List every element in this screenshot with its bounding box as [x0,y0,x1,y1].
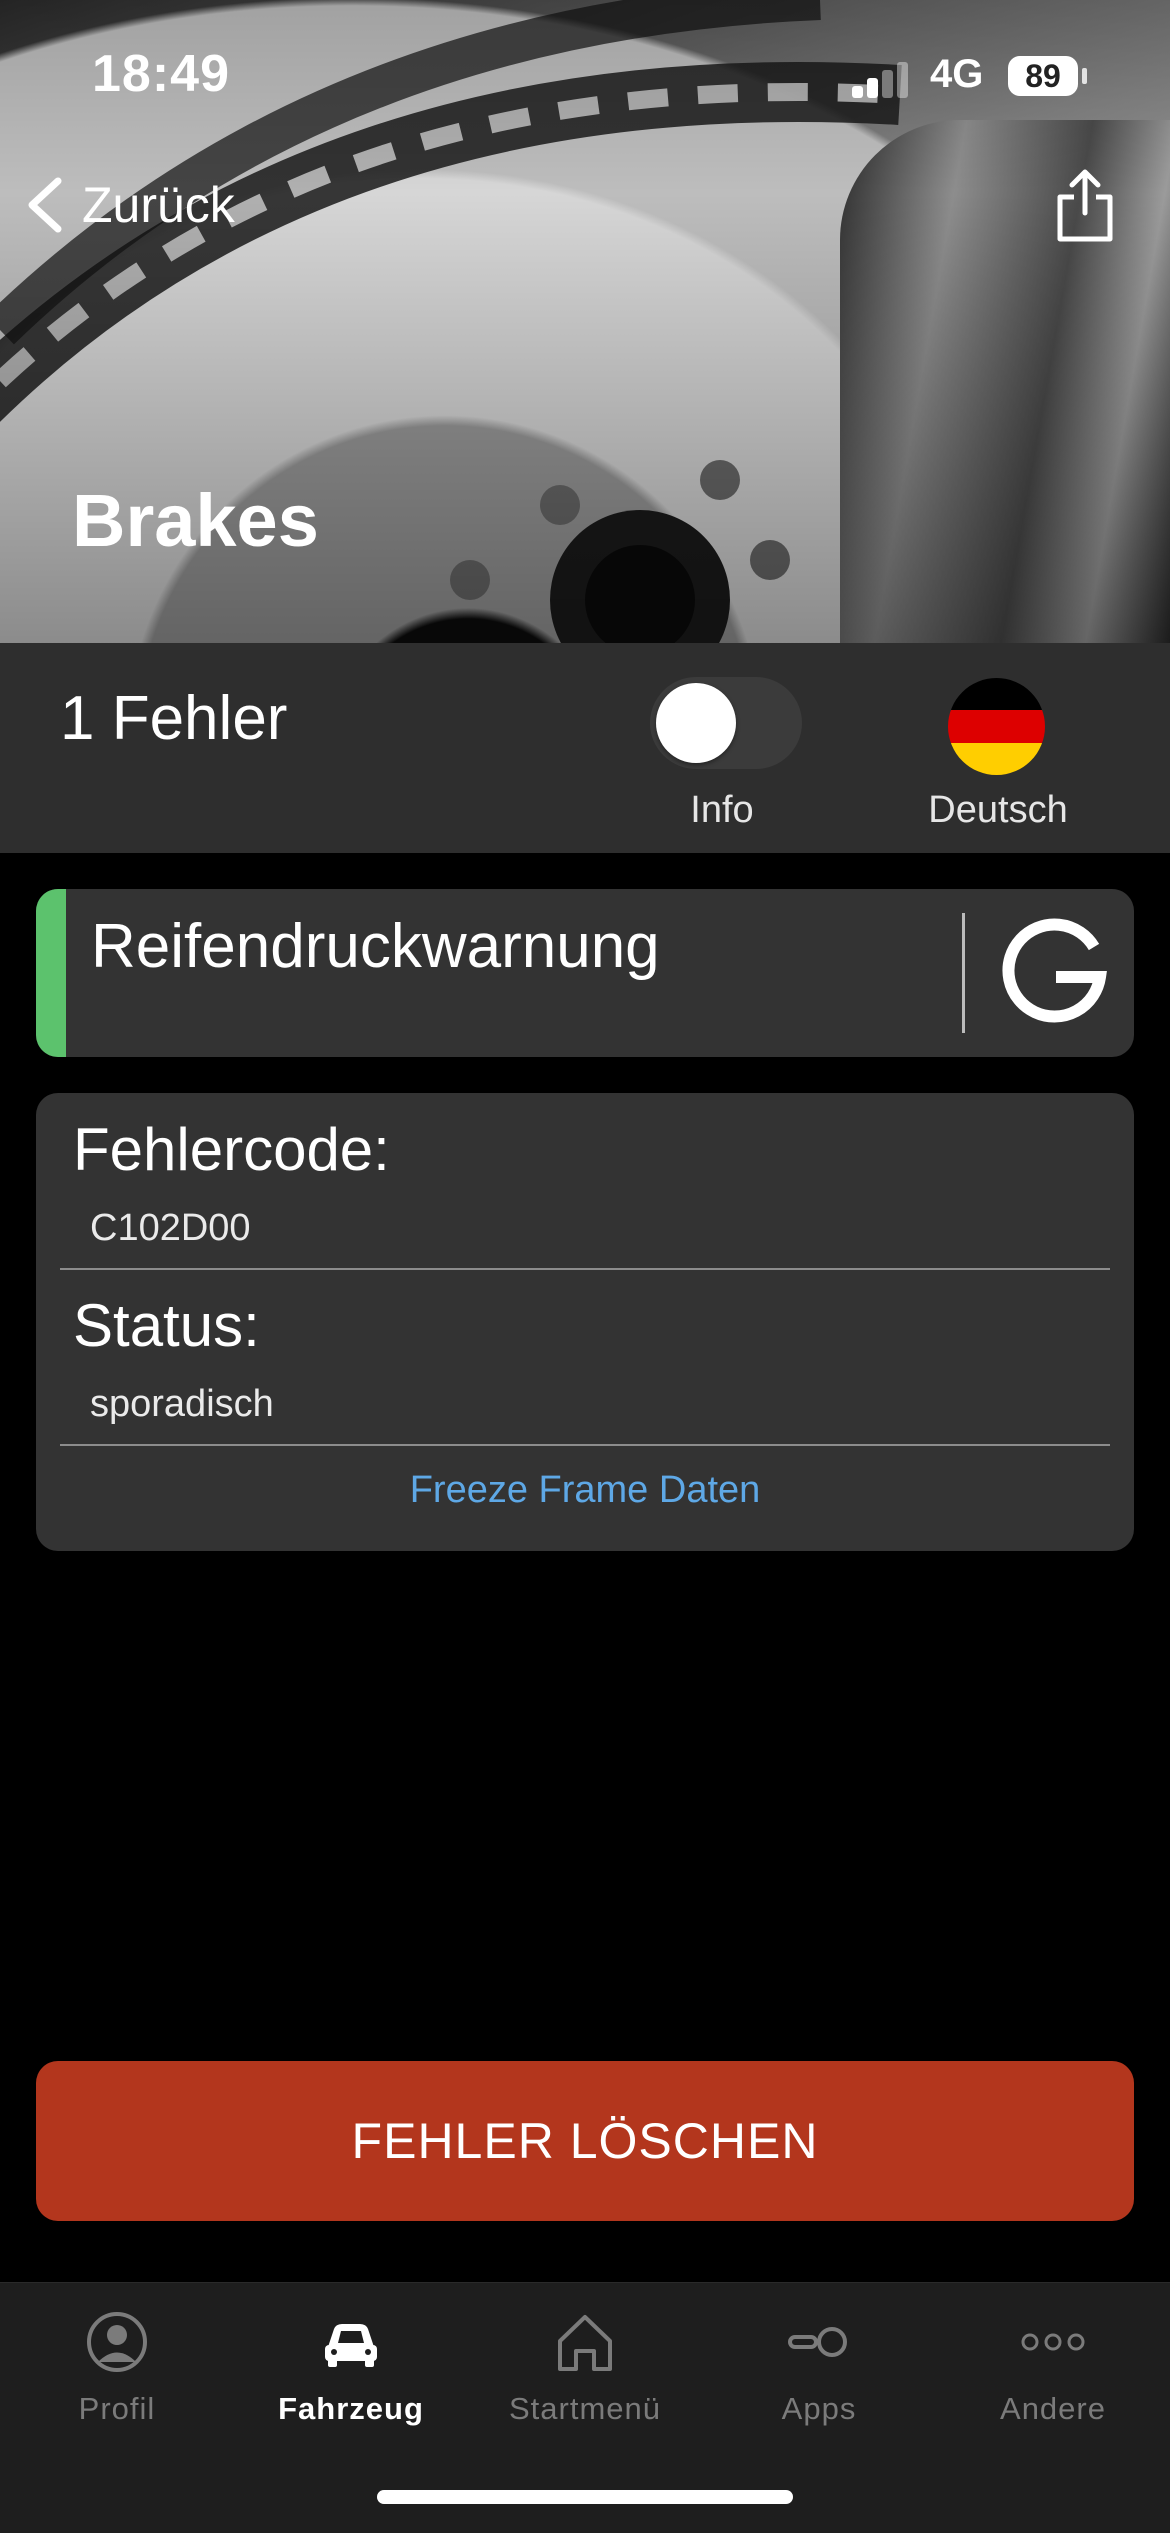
tab-label: Apps [781,2391,857,2426]
tab-profile[interactable]: Profil [0,2283,234,2443]
home-indicator [377,2490,793,2504]
home-icon [558,2315,612,2371]
error-count: 1 Fehler [60,684,288,753]
back-button[interactable]: Zurück [22,170,235,240]
info-toggle-label: Info [690,789,754,831]
tab-apps[interactable]: Apps [702,2283,936,2443]
code-value: C102D00 [90,1207,251,1249]
code-label: Fehlercode: [73,1116,390,1183]
back-label: Zurück [82,177,235,233]
tab-label: Fahrzeug [278,2391,424,2426]
google-search-icon[interactable] [998,915,1112,1029]
tab-label: Andere [1000,2391,1106,2426]
network-type: 4G [930,52,984,96]
fault-card[interactable]: Reifendruckwarnung [36,889,1134,1057]
toggle-knob [656,683,736,763]
divider [60,1268,1110,1270]
status-bar: 18:49 4G 89 [0,0,1170,150]
share-icon[interactable] [1050,165,1120,245]
battery-icon: 89 [1008,56,1087,96]
divider [962,913,965,1033]
tab-label: Startmenü [508,2391,661,2426]
car-icon [325,2324,377,2367]
tab-label: Profil [78,2391,156,2426]
profile-icon [87,2312,147,2372]
german-flag-icon[interactable] [948,678,1045,775]
freeze-frame-link[interactable]: Freeze Frame Daten [36,1469,1134,1512]
fault-details-card: Fehlercode: C102D00 Status: sporadisch F… [36,1093,1134,1551]
more-icon [1021,2333,1085,2351]
summary-bar: 1 Fehler Info Deutsch [0,643,1170,853]
apps-icon [788,2327,847,2357]
divider [60,1444,1110,1446]
page-title: Brakes [72,479,319,562]
status-time: 18:49 [92,45,230,103]
tab-vehicle[interactable]: Fahrzeug [234,2283,468,2443]
tab-home[interactable]: Startmenü [468,2283,702,2443]
status-label: Status: [73,1292,260,1359]
signal-icon [852,62,912,98]
chevron-left-icon [28,177,62,233]
tab-more[interactable]: Andere [936,2283,1170,2443]
language-label: Deutsch [928,789,1068,831]
fault-name: Reifendruckwarnung [91,912,660,981]
fault-status-accent [36,889,66,1057]
clear-errors-button[interactable]: FEHLER LÖSCHEN [36,2061,1134,2221]
status-value: sporadisch [90,1383,274,1425]
info-toggle[interactable] [650,677,802,769]
